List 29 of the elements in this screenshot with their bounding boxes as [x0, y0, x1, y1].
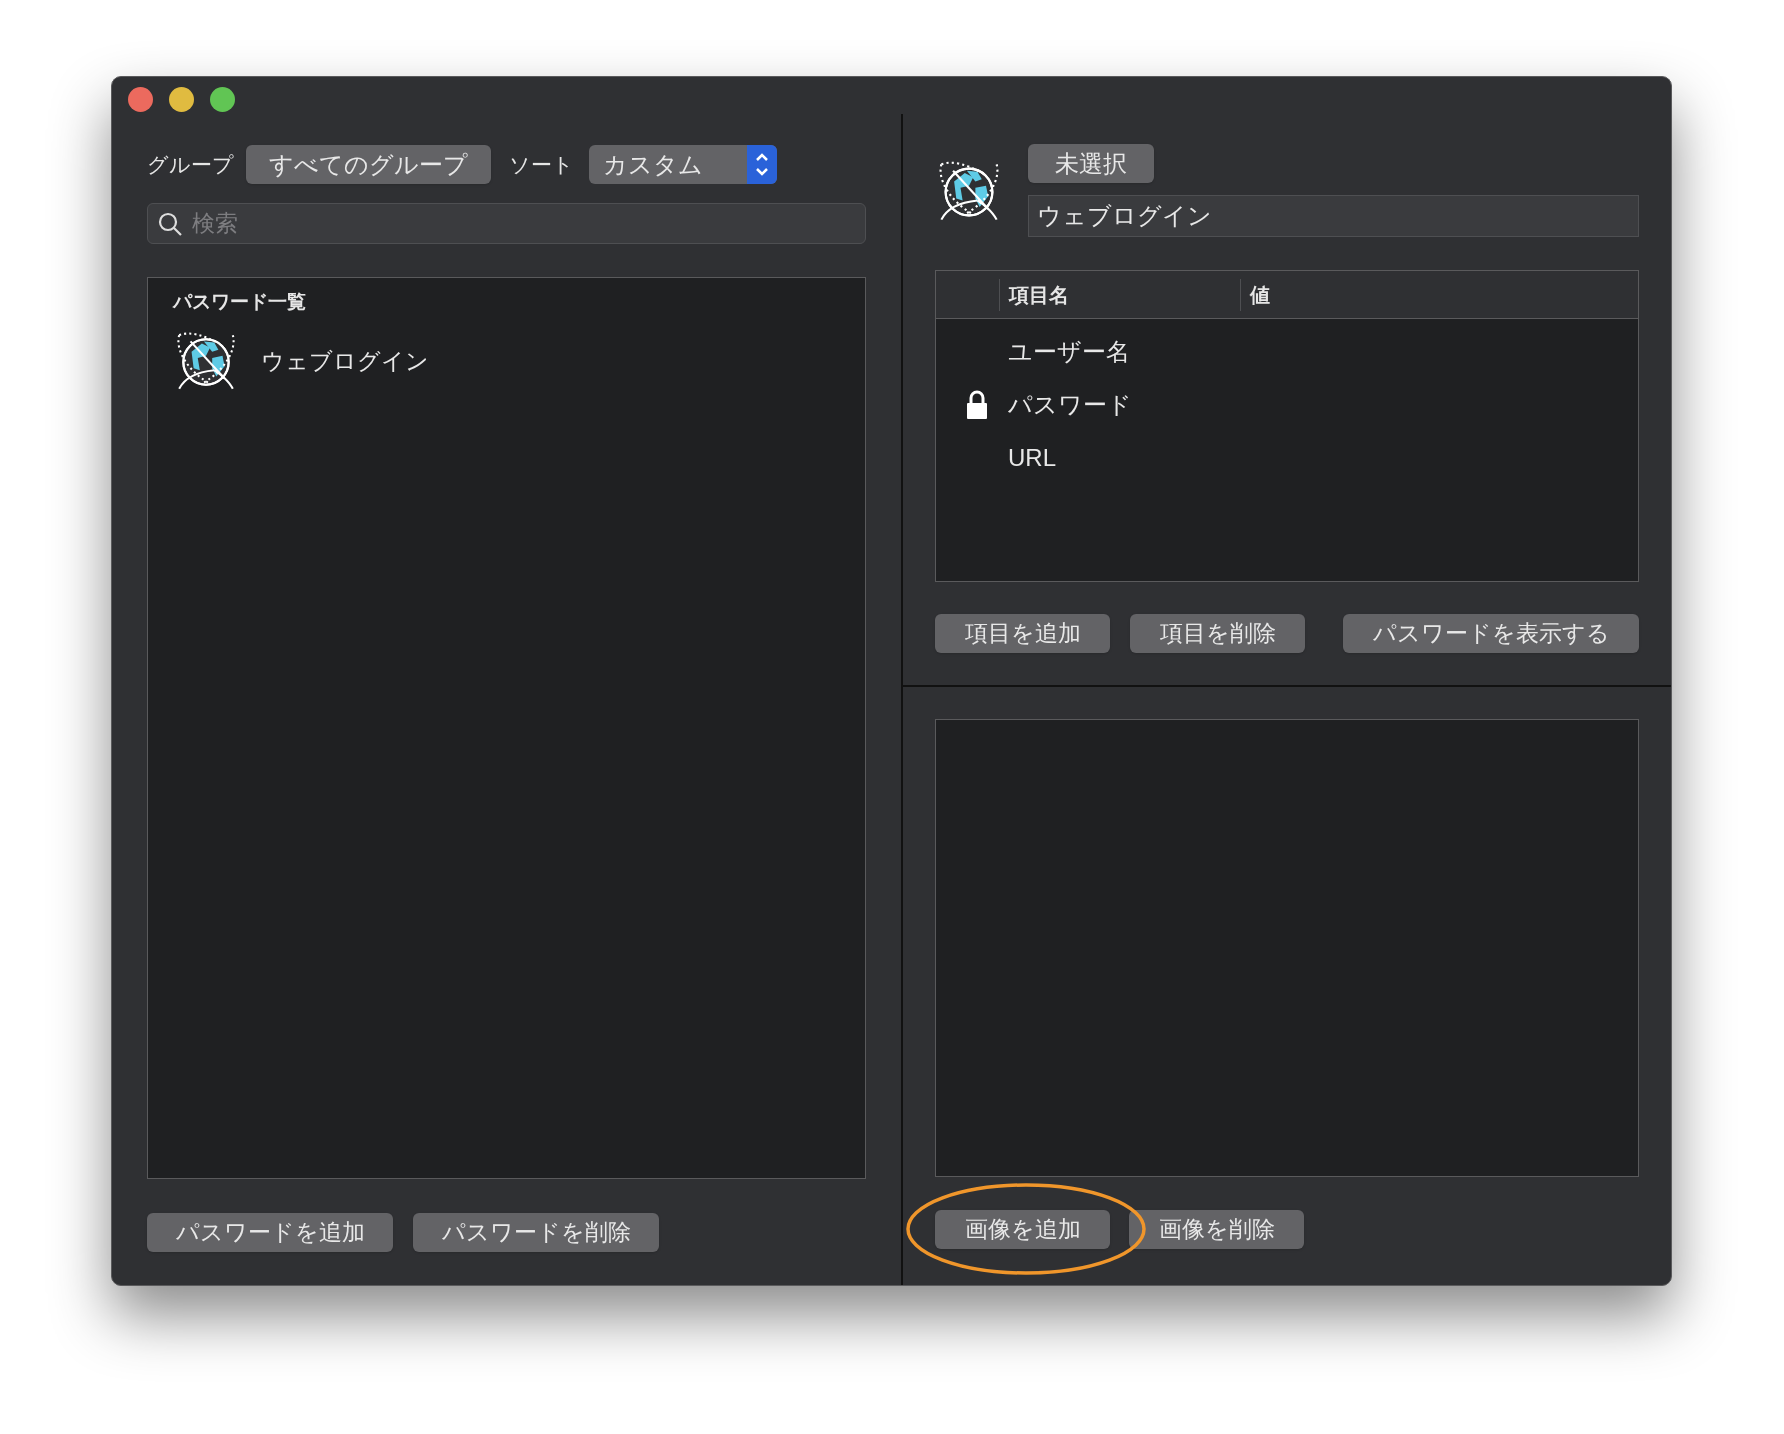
category-button[interactable]: 未選択 — [1028, 144, 1154, 183]
stepper-icon — [747, 145, 777, 184]
group-button[interactable]: すべてのグループ — [246, 145, 491, 184]
table-row[interactable]: パスワード — [936, 378, 1638, 431]
list-header: パスワード一覧 — [173, 290, 307, 314]
search-field[interactable]: 検索 — [147, 203, 866, 244]
field-name: パスワード — [1008, 389, 1132, 420]
search-icon — [157, 211, 183, 237]
name-field[interactable]: ウェブログイン — [1028, 195, 1639, 237]
window-control[interactable] — [210, 87, 235, 112]
group-label: グループ — [147, 151, 235, 178]
field-action-button[interactable]: 項目を追加 — [935, 614, 1110, 653]
table-row[interactable]: ユーザー名 — [936, 325, 1638, 378]
field-action-button[interactable]: 項目を削除 — [1130, 614, 1305, 653]
table-row[interactable]: URL — [936, 431, 1638, 484]
image-action-button[interactable]: 画像を削除 — [1129, 1210, 1304, 1249]
column-header[interactable]: 項目名 — [1009, 279, 1069, 310]
field-action-button[interactable]: パスワードを表示する — [1343, 614, 1639, 653]
window-control[interactable] — [169, 87, 194, 112]
column-header[interactable]: 値 — [1250, 279, 1270, 310]
list-item[interactable]: ウェブログイン — [173, 324, 840, 399]
field-name: URL — [1008, 442, 1056, 473]
sort-select[interactable]: カスタム — [589, 145, 777, 184]
sort-label: ソート — [509, 151, 575, 178]
list-action-button[interactable]: パスワードを削除 — [413, 1213, 659, 1252]
image-action-button[interactable]: 画像を追加 — [935, 1210, 1110, 1249]
list-action-button[interactable]: パスワードを追加 — [147, 1213, 393, 1252]
field-name: ユーザー名 — [1008, 336, 1130, 367]
window-control[interactable] — [128, 87, 153, 112]
